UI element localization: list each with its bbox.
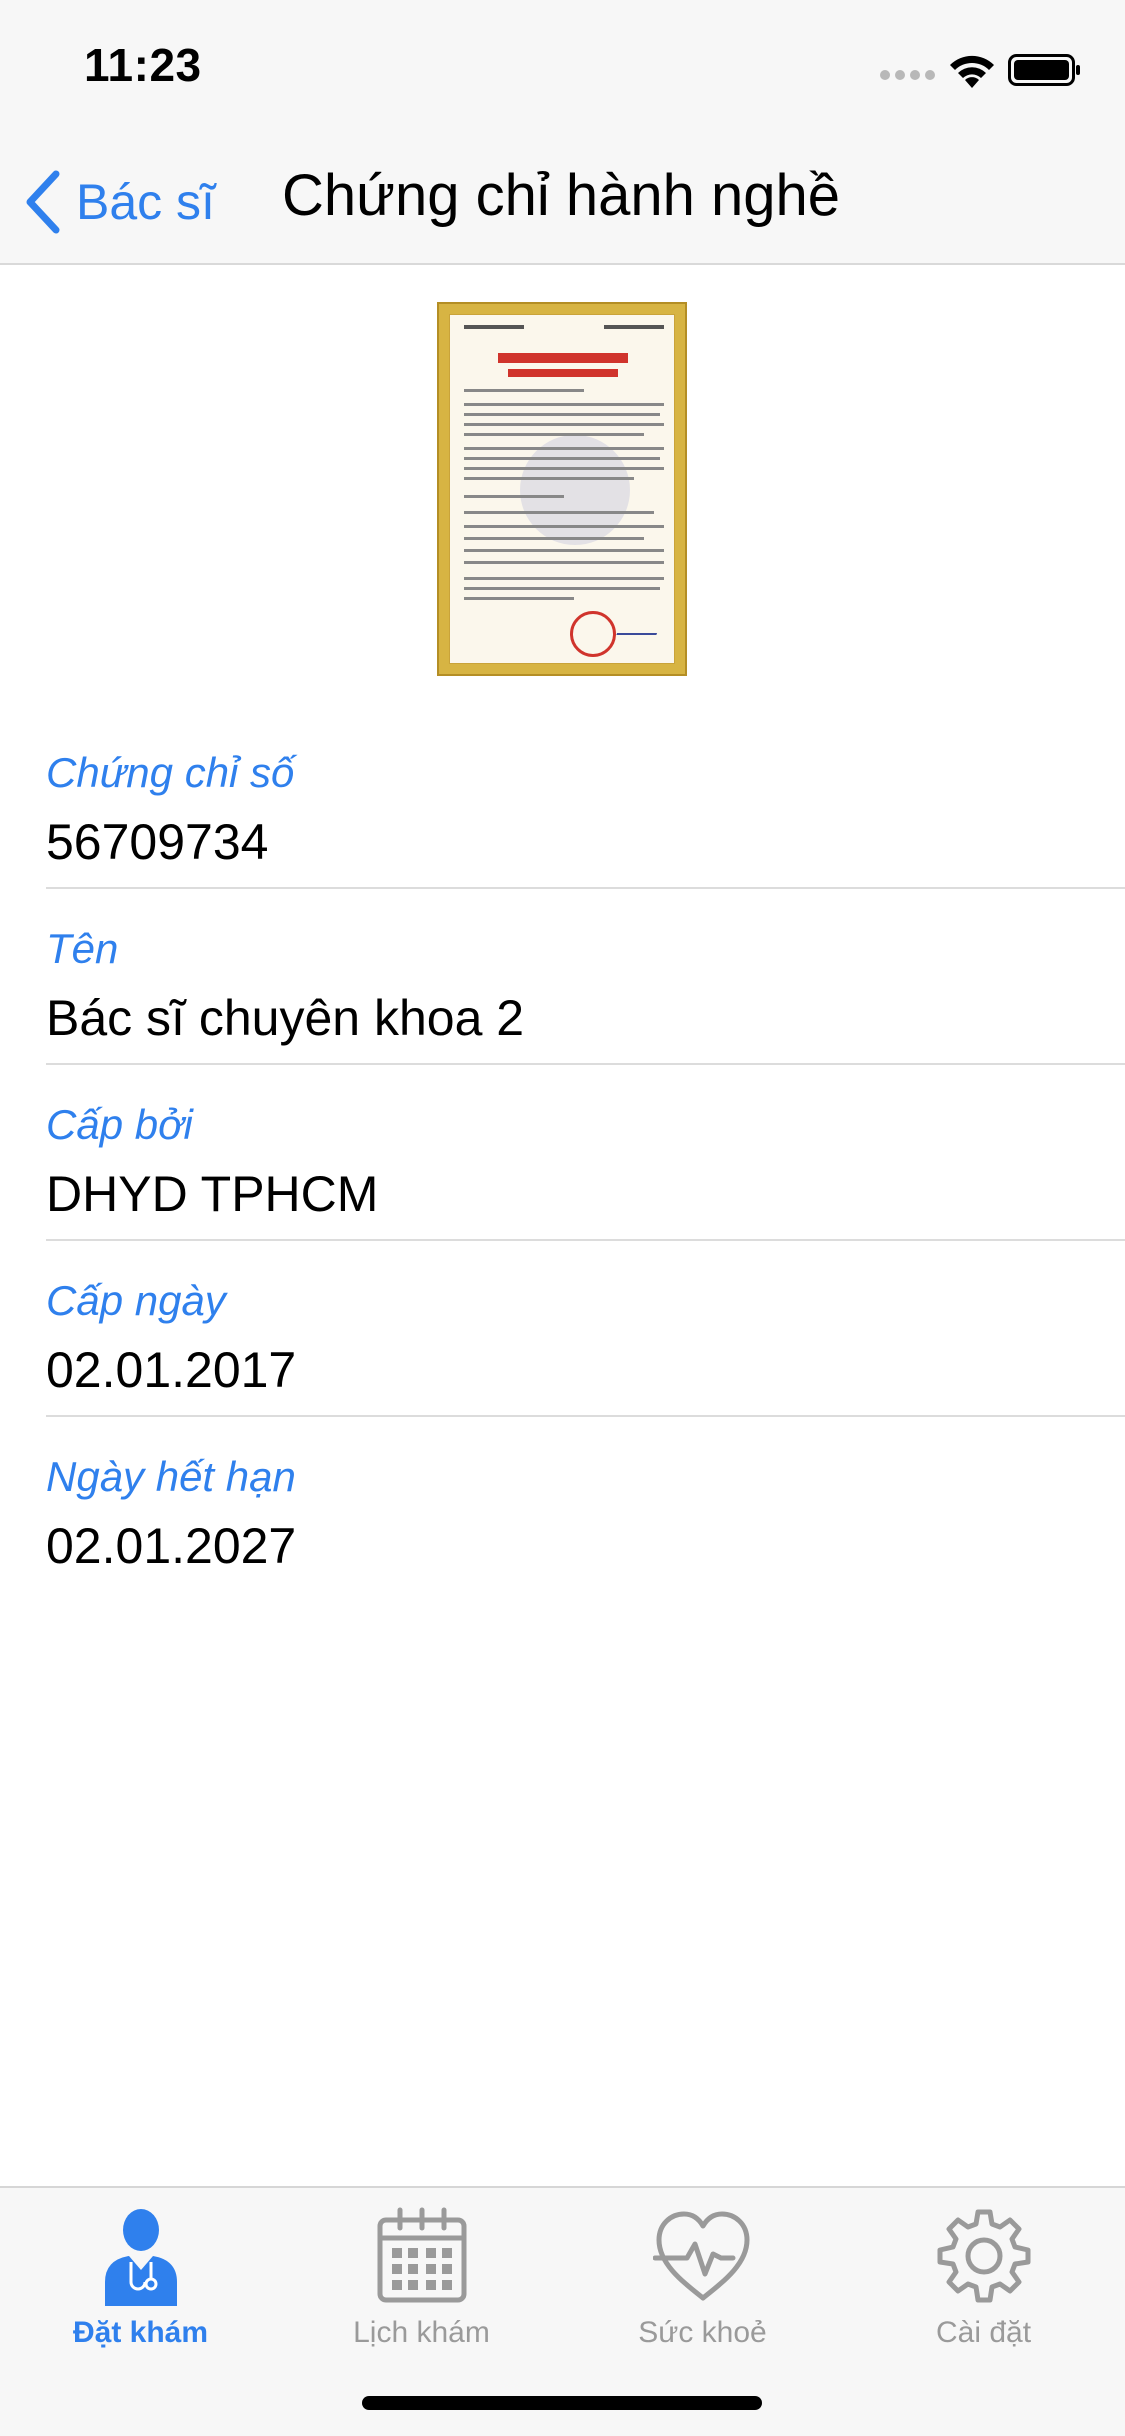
wifi-icon — [950, 55, 994, 88]
chevron-left-icon — [26, 170, 60, 234]
field-value: Bác sĩ chuyên khoa 2 — [46, 990, 525, 1046]
field-value: 02.01.2027 — [46, 1518, 297, 1574]
field-issue-date: Cấp ngày 02.01.2017 — [46, 1241, 1125, 1417]
tab-label: Lịch khám — [353, 2316, 490, 2349]
status-bar: 11:23 — [0, 0, 1125, 140]
heart-pulse-icon — [652, 2211, 749, 2301]
field-value: 56709734 — [46, 814, 269, 870]
navigation-bar: Bác sĩ Chứng chỉ hành nghề — [0, 140, 1125, 265]
field-label: Tên — [46, 925, 119, 972]
field-value: DHYD TPHCM — [46, 1166, 379, 1222]
battery-icon — [1008, 54, 1080, 86]
tab-suc-khoe[interactable]: Sức khoẻ — [562, 2198, 843, 2368]
tab-dat-kham[interactable]: Đặt khám — [0, 2198, 281, 2368]
tab-cai-dat[interactable]: Cài đặt — [843, 2198, 1124, 2368]
tab-label: Cài đặt — [935, 2316, 1032, 2349]
field-label: Ngày hết hạn — [46, 1453, 296, 1500]
calendar-icon — [377, 2207, 466, 2303]
field-expiry-date: Ngày hết hạn 02.01.2027 — [46, 1417, 1125, 1593]
field-value: 02.01.2017 — [46, 1342, 297, 1398]
field-label: Cấp bởi — [46, 1101, 193, 1148]
certificate-document-icon — [449, 314, 675, 664]
field-label: Cấp ngày — [46, 1277, 226, 1324]
status-time: 11:23 — [84, 39, 202, 91]
gear-icon — [937, 2209, 1030, 2303]
page-title: Chứng chỉ hành nghề — [282, 163, 841, 228]
field-name: Tên Bác sĩ chuyên khoa 2 — [46, 889, 1125, 1065]
field-issued-by: Cấp bởi DHYD TPHCM — [46, 1065, 1125, 1241]
field-certificate-number: Chứng chỉ số 56709734 — [46, 713, 1125, 889]
tab-label: Sức khoẻ — [638, 2316, 767, 2349]
home-indicator[interactable] — [362, 2396, 762, 2410]
certificate-image[interactable] — [437, 302, 687, 676]
tab-label: Đặt khám — [72, 2316, 209, 2349]
back-button-label: Bác sĩ — [76, 174, 215, 230]
back-button[interactable]: Bác sĩ — [22, 164, 215, 240]
doctor-icon — [104, 2209, 177, 2306]
certificate-screen: 11:23 Bác sĩ Chứng chỉ hành nghề Chứng c… — [0, 0, 1125, 2436]
tab-lich-kham[interactable]: Lịch khám — [281, 2198, 562, 2368]
field-label: Chứng chỉ số — [46, 749, 295, 796]
cellular-signal-icon — [880, 70, 936, 84]
